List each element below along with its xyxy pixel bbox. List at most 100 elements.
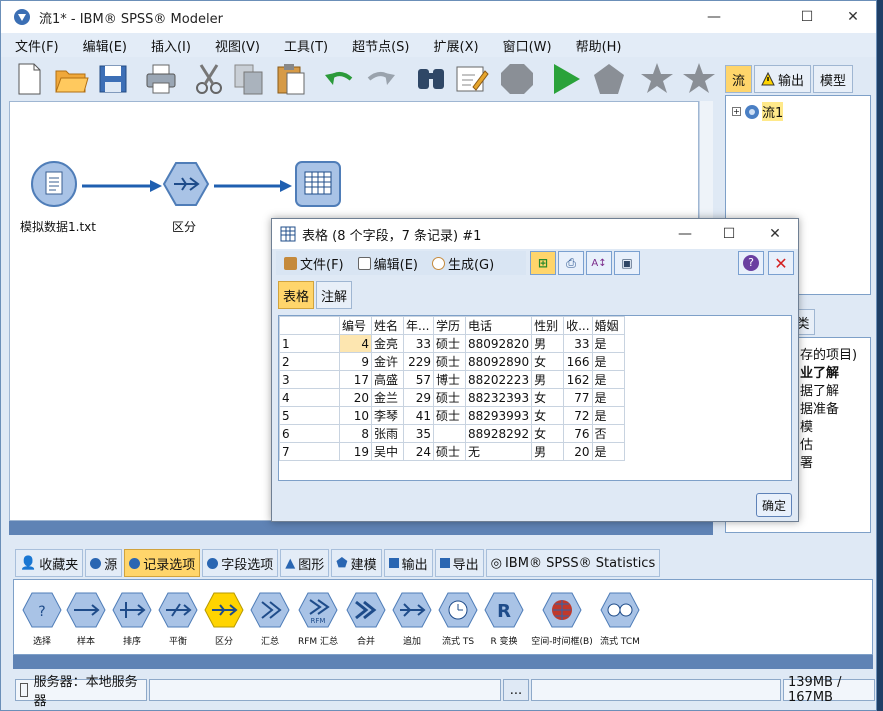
menu-extensions[interactable]: 扩展(X) [420,36,489,55]
select-node-icon[interactable]: ? [22,592,62,628]
tab-output[interactable]: 输出 [383,549,433,577]
table-cell[interactable]: 33 [563,334,593,353]
table-cell[interactable]: 博士 [433,370,466,389]
tab-graphs[interactable]: ▲ 图形 [280,549,330,577]
undo-icon[interactable] [321,61,357,97]
dialog-menu-file[interactable]: 文件(F) [284,254,344,273]
copy-icon[interactable] [231,61,267,97]
streaming-ts-node-icon[interactable] [438,592,478,628]
file-source-icon[interactable] [30,160,78,208]
find-button[interactable]: ▣ [614,251,640,275]
table-cell[interactable]: 是 [591,442,625,461]
table-cell[interactable]: 88232393 [464,388,533,407]
tab-field-ops[interactable]: 字段选项 [202,549,279,577]
status-more-button[interactable]: ... [503,679,529,701]
column-header[interactable]: 姓名 [371,316,404,335]
table-cell[interactable]: 吴中 [371,442,404,461]
table-row[interactable]: 3 17 高盛 57 博士 88202223 男 162 是 [279,370,625,389]
table-cell[interactable]: 88092890 [464,352,533,371]
table-cell[interactable]: 33 [403,334,434,353]
table-cell[interactable]: 硕士 [433,442,466,461]
new-icon[interactable] [11,61,47,97]
menu-supernode[interactable]: 超节点(S) [338,36,419,55]
sample-node-icon[interactable] [66,592,106,628]
table-cell[interactable]: 男 [531,442,565,461]
menu-file[interactable]: 文件(F) [1,36,69,55]
edit-icon[interactable] [453,61,489,97]
sort-node-icon[interactable] [112,592,152,628]
run-selection-icon[interactable] [591,61,627,97]
merge-node-icon[interactable] [346,592,386,628]
tab-sources[interactable]: 源 [85,549,123,577]
menu-tools[interactable]: 工具(T) [270,36,338,55]
print-icon[interactable] [143,61,179,97]
row-number-cell[interactable]: 1 [279,334,340,353]
tree-item-stream1[interactable]: + 流1 [732,102,784,121]
distinct-icon[interactable] [162,160,210,208]
append-node-icon[interactable] [392,592,432,628]
find-icon[interactable] [413,61,449,97]
space-time-boxes-node-icon[interactable] [542,592,582,628]
table-cell[interactable]: 4 [339,334,372,353]
table-cell[interactable]: 20 [563,442,593,461]
table-cell[interactable]: 是 [591,388,625,407]
table-cell[interactable]: 张雨 [371,424,404,443]
table-cell[interactable]: 29 [403,388,434,407]
table-cell[interactable]: 162 [563,370,593,389]
project-item[interactable]: 据准备 [800,398,870,416]
paste-icon[interactable] [273,61,309,97]
table-cell[interactable]: 无 [464,442,533,461]
dialog-close-button[interactable]: ✕ [752,219,798,249]
tab-record-ops[interactable]: 记录选项 [124,549,201,577]
row-number-cell[interactable]: 7 [279,442,340,461]
table-cell[interactable]: 女 [531,424,565,443]
table-cell[interactable]: 金许 [371,352,404,371]
table-row[interactable]: 4 20 金兰 29 硕士 88232393 女 77 是 [279,388,625,407]
table-cell[interactable]: 男 [531,370,565,389]
dialog-menu-generate[interactable]: 生成(G) [431,254,494,273]
column-header[interactable]: 编号 [339,316,372,335]
table-cell[interactable]: 李琴 [371,406,404,425]
table-cell[interactable]: 女 [531,352,565,371]
table-cell[interactable]: 19 [339,442,372,461]
table-cell[interactable]: 76 [563,424,593,443]
maximize-button[interactable]: ☐ [784,1,830,33]
row-number-cell[interactable]: 2 [279,352,340,371]
stop-icon[interactable] [499,61,535,97]
project-item[interactable]: 估 [800,434,870,452]
distinct-palette-icon[interactable] [204,592,244,628]
balance-node-icon[interactable] [158,592,198,628]
sort-button[interactable]: A↕ [586,251,612,275]
column-header[interactable]: 电话 [464,316,533,335]
tab-table[interactable]: 表格 [278,281,315,309]
rfm-aggregate-node-icon[interactable]: RFM [298,592,338,628]
menu-window[interactable]: 窗口(W) [489,36,562,55]
project-item[interactable]: 业了解 [800,362,870,380]
tab-modeling[interactable]: ⬟ 建模 [331,549,382,577]
table-cell[interactable]: 57 [403,370,434,389]
row-number-cell[interactable]: 3 [279,370,340,389]
table-cell[interactable]: 金兰 [371,388,404,407]
r-transform-node-icon[interactable]: R [484,592,524,628]
table-cell[interactable]: 硕士 [433,334,466,353]
table-cell[interactable]: 20 [339,388,372,407]
dialog-menu-edit[interactable]: 编辑(E) [357,254,418,273]
star-options-icon[interactable] [681,61,717,97]
close-button[interactable]: ✕ [830,1,876,33]
table-cell[interactable]: 金亮 [371,334,404,353]
project-item[interactable]: 模 [800,416,870,434]
redo-icon[interactable] [363,61,399,97]
tab-streams[interactable]: 流 [725,65,753,93]
table-row[interactable]: 2 9 金许 229 硕士 88092890 女 166 是 [279,352,625,371]
insert-node-button[interactable]: ⊞ [530,251,556,275]
tab-models[interactable]: 模型 [813,65,854,93]
aggregate-node-icon[interactable] [250,592,290,628]
menu-insert[interactable]: 插入(I) [137,36,201,55]
table-cell[interactable]: 9 [339,352,372,371]
cut-icon[interactable] [191,61,227,97]
column-header[interactable]: 年... [403,316,434,335]
star-icon[interactable] [639,61,675,97]
table-cell[interactable]: 硕士 [433,388,466,407]
column-header[interactable]: 学历 [433,316,466,335]
save-icon[interactable] [95,61,131,97]
